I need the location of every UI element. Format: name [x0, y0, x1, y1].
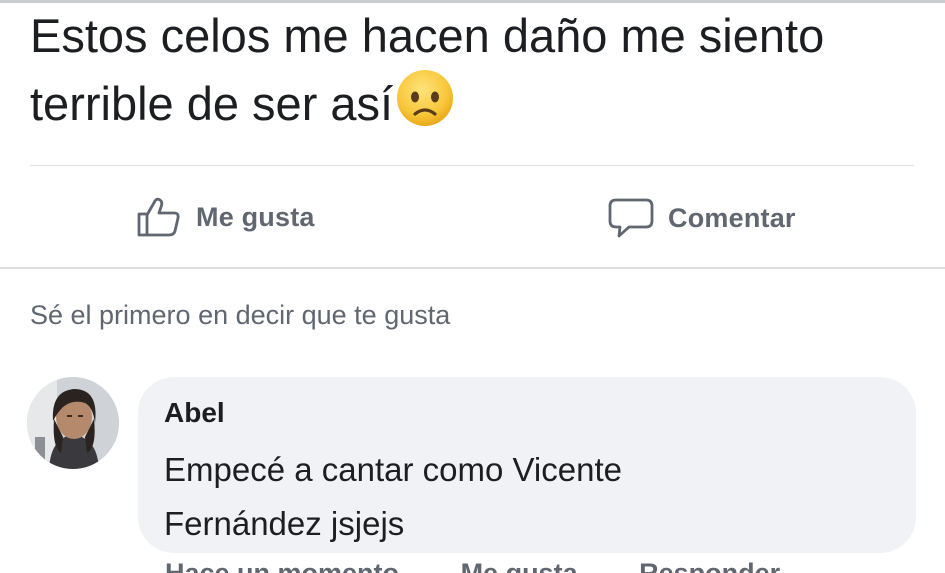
thumbs-up-icon: [137, 197, 180, 237]
facebook-post: Estos celos me hacen daño me siento terr…: [0, 0, 945, 573]
comment-timestamp: Hace un momento: [165, 558, 400, 573]
comment-bubble: Abel Empecé a cantar como Vicente Fernán…: [138, 377, 916, 553]
comment-reply-link[interactable]: Responder: [639, 558, 780, 573]
comment-button[interactable]: Comentar: [608, 196, 796, 240]
comment-text: Empecé a cantar como Vicente Fernández j…: [164, 451, 622, 542]
top-border: [0, 0, 945, 3]
comment-label: Comentar: [668, 202, 796, 233]
comment-author[interactable]: Abel: [164, 397, 225, 429]
divider: [0, 267, 945, 269]
sad-face-emoji: [395, 68, 455, 144]
divider: [30, 165, 914, 166]
sad-face-icon: [397, 70, 454, 126]
like-label: Me gusta: [196, 201, 315, 232]
comment-like-link[interactable]: Me gusta: [461, 558, 578, 573]
comment-icon: [608, 198, 654, 238]
post-message: Estos celos me hacen daño me siento terr…: [30, 4, 910, 144]
first-like-prompt[interactable]: Sé el primero en decir que te gusta: [30, 300, 450, 331]
avatar[interactable]: [27, 377, 119, 469]
post-action-bar: Me gusta Comentar: [0, 170, 945, 266]
like-button[interactable]: Me gusta: [136, 196, 315, 238]
comment-actions: Hace un momento Me gusta Responder: [165, 558, 834, 573]
profile-photo: [27, 377, 119, 469]
